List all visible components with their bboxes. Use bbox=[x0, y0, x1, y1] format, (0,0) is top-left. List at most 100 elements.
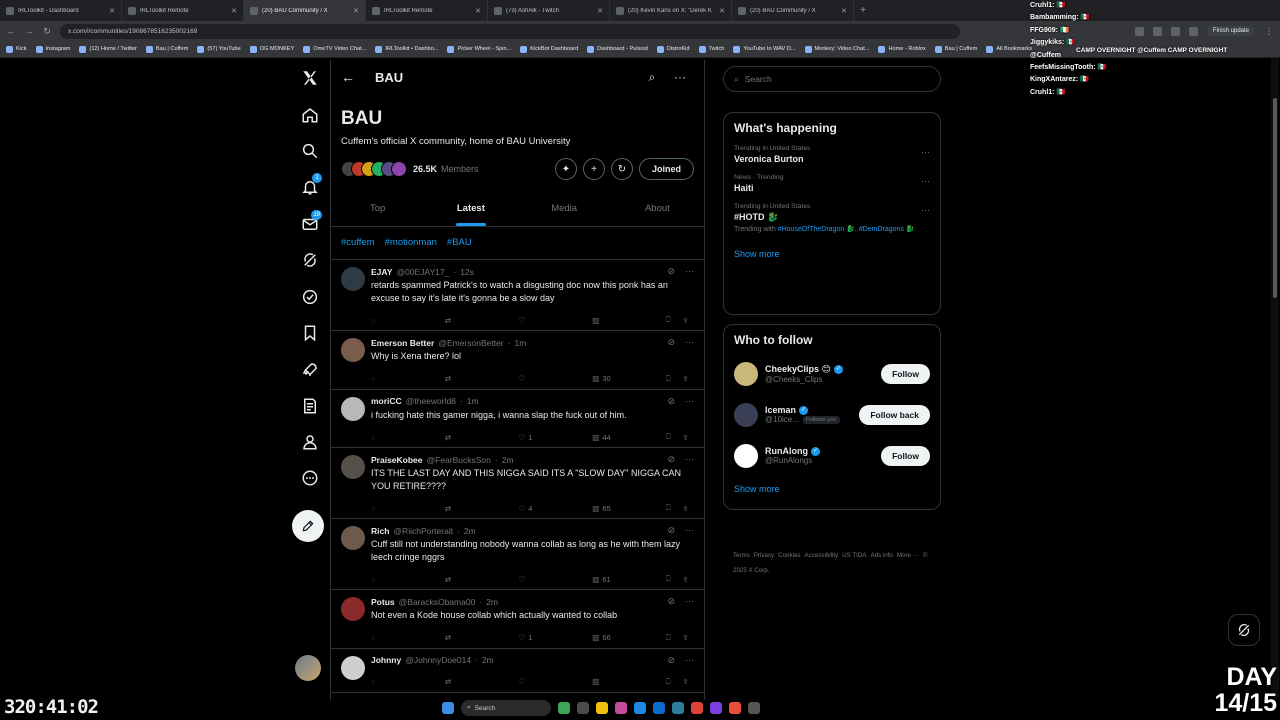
share-icon[interactable]: ⇪ bbox=[683, 316, 689, 325]
hashtag-link[interactable]: #BAU bbox=[447, 237, 472, 249]
author-handle[interactable]: @JohnnyDoe014 bbox=[405, 655, 471, 665]
chrome-icon[interactable] bbox=[691, 702, 703, 714]
author-name[interactable]: Rich bbox=[371, 526, 389, 536]
grok-floating-button[interactable] bbox=[1228, 614, 1260, 646]
footer-link[interactable]: Privacy bbox=[754, 552, 774, 559]
tab-about[interactable]: About bbox=[611, 193, 704, 226]
more-options-icon[interactable]: ··· bbox=[921, 176, 930, 186]
reply-button[interactable]: ◌ bbox=[371, 504, 397, 513]
start-icon[interactable] bbox=[442, 702, 454, 714]
browser-tab[interactable]: (20) BAU Community / X ✕ bbox=[244, 0, 366, 21]
author-handle[interactable]: @FearBucksSon bbox=[427, 455, 491, 465]
tweet-time[interactable]: 1m bbox=[467, 396, 479, 406]
author-handle[interactable]: @BaracksObama00 bbox=[399, 597, 476, 607]
views-button[interactable]: ▥ 61 bbox=[592, 575, 618, 584]
author-name[interactable]: Johnny bbox=[371, 655, 401, 665]
suggestion-name[interactable]: CheekyClips 😊 bbox=[765, 364, 831, 375]
more-options-icon[interactable]: ··· bbox=[666, 70, 694, 84]
taskbar-search[interactable]: ⌕ Search bbox=[461, 700, 551, 716]
avatar[interactable] bbox=[734, 443, 758, 468]
bookmark-item[interactable]: KickBot Dashboard bbox=[520, 45, 578, 53]
trend-item[interactable]: Trending in United States #HOTD 🐉 Trending… bbox=[724, 199, 940, 241]
views-button[interactable]: ▥ 65 bbox=[592, 504, 618, 513]
tweet-time[interactable]: 2m bbox=[464, 526, 476, 536]
app-icon[interactable] bbox=[729, 702, 741, 714]
repost-button[interactable]: ⇄ bbox=[445, 374, 471, 383]
back-nav-icon[interactable]: ← bbox=[6, 26, 16, 36]
share-icon[interactable]: ⇪ bbox=[683, 575, 689, 584]
reply-button[interactable]: ◌ bbox=[371, 374, 397, 383]
footer-link[interactable]: Ads info bbox=[871, 552, 893, 559]
tweet-time[interactable]: 12s bbox=[460, 267, 474, 277]
avatar[interactable] bbox=[341, 396, 365, 421]
tweet-row[interactable]: Rich @RiichPorteralt · 2m ⊘ ··· Cuff still not… bbox=[331, 519, 704, 590]
author-name[interactable]: EJAY bbox=[371, 267, 392, 277]
articles-icon[interactable] bbox=[298, 394, 322, 418]
follow-button[interactable]: Follow bbox=[881, 445, 930, 466]
invite-icon[interactable]: + bbox=[582, 158, 605, 180]
app-icon[interactable] bbox=[615, 702, 627, 714]
show-more-link[interactable]: Show more bbox=[724, 241, 940, 271]
author-name[interactable]: Potus bbox=[371, 597, 395, 607]
footer-link[interactable]: More ··· bbox=[897, 552, 919, 559]
like-button[interactable]: ♡ bbox=[519, 677, 545, 686]
joined-button[interactable]: Joined bbox=[638, 158, 694, 180]
grok-icon[interactable] bbox=[298, 248, 322, 272]
more-options-icon[interactable]: ··· bbox=[685, 596, 694, 607]
account-avatar[interactable] bbox=[295, 655, 321, 681]
bookmark-item[interactable]: Kick bbox=[6, 45, 27, 53]
close-tab-icon[interactable]: ✕ bbox=[475, 7, 481, 15]
reply-button[interactable]: ◌ bbox=[371, 575, 397, 584]
footer-link[interactable]: Terms bbox=[733, 552, 750, 559]
grok-explain-icon[interactable]: ⊘ bbox=[667, 337, 675, 348]
forward-nav-icon[interactable]: → bbox=[24, 26, 34, 36]
tweet-row[interactable]: EJAY @00EJAY17_ · 12s ⊘ ··· retards spammed Pa… bbox=[331, 260, 704, 331]
grok-explain-icon[interactable]: ⊘ bbox=[667, 396, 675, 407]
author-handle[interactable]: @theeworld8 bbox=[406, 396, 456, 406]
author-name[interactable]: PraiseKobee bbox=[371, 455, 423, 465]
hashtag-link[interactable]: #motionman bbox=[385, 237, 437, 249]
browser-tab[interactable]: IRLToolkit Remote ✕ bbox=[366, 0, 488, 21]
author-handle[interactable]: @00EJAY17_ bbox=[396, 267, 449, 277]
show-more-link[interactable]: Show more bbox=[724, 476, 940, 506]
close-tab-icon[interactable]: ✕ bbox=[597, 7, 603, 15]
suggestion-name[interactable]: Iceman bbox=[765, 405, 796, 415]
finish-update-button[interactable]: Finish update bbox=[1206, 26, 1255, 36]
views-button[interactable]: ▥ 44 bbox=[592, 433, 618, 442]
scrollbar-thumb[interactable] bbox=[1273, 98, 1277, 298]
follow-suggestion[interactable]: RunAlong ✓ @RunAlongs Follow bbox=[724, 435, 940, 476]
repost-button[interactable]: ⇄ bbox=[445, 633, 471, 642]
search-input[interactable]: ⌕ Search bbox=[723, 66, 941, 92]
more-icon[interactable] bbox=[298, 466, 322, 490]
more-options-icon[interactable]: ··· bbox=[685, 454, 694, 465]
footer-link[interactable]: Accessibility bbox=[805, 552, 839, 559]
reply-button[interactable]: ◌ bbox=[371, 316, 397, 325]
avatar[interactable] bbox=[341, 526, 365, 550]
bookmark-item[interactable]: Picker Wheel - Spin... bbox=[447, 45, 511, 53]
tweet-time[interactable]: 2m bbox=[482, 655, 494, 665]
browser-tab[interactable]: (20) BAU Community / X ✕ bbox=[732, 0, 854, 21]
more-options-icon[interactable]: ··· bbox=[685, 396, 694, 407]
avatar[interactable] bbox=[341, 267, 365, 291]
explore-icon[interactable] bbox=[298, 139, 322, 163]
browser-tab[interactable]: (73) AshAlk - Twitch ✕ bbox=[488, 0, 610, 21]
share-icon[interactable]: ⇪ bbox=[683, 504, 689, 513]
repost-button[interactable]: ⇄ bbox=[445, 316, 471, 325]
tweet-row[interactable]: PraiseKobee @FearBucksSon · 2m ⊘ ··· ITS THE L… bbox=[331, 448, 704, 519]
tab-latest[interactable]: Latest bbox=[424, 193, 517, 226]
settings-icon[interactable] bbox=[748, 702, 760, 714]
bookmark-icon[interactable]: ⎕ bbox=[666, 503, 671, 513]
repost-button[interactable]: ⇄ bbox=[445, 504, 471, 513]
notifications-icon[interactable]: 1 bbox=[298, 173, 322, 199]
close-tab-icon[interactable]: ✕ bbox=[841, 7, 847, 15]
premium-icon[interactable] bbox=[298, 285, 322, 309]
footer-link[interactable]: US TIDA bbox=[842, 552, 866, 559]
close-tab-icon[interactable]: ✕ bbox=[231, 7, 237, 15]
tweet-time[interactable]: 1m bbox=[514, 338, 526, 348]
browser-tab[interactable]: IRLToolkit - Dashboard ✕ bbox=[0, 0, 122, 21]
like-button[interactable]: ♡ 4 bbox=[519, 504, 545, 513]
more-options-icon[interactable]: ··· bbox=[685, 525, 694, 536]
bookmark-icon[interactable]: ⎕ bbox=[666, 315, 671, 325]
more-options-icon[interactable]: ··· bbox=[921, 205, 930, 215]
trend-hashtag-link[interactable]: #DemDragons 🐉 bbox=[859, 226, 915, 233]
